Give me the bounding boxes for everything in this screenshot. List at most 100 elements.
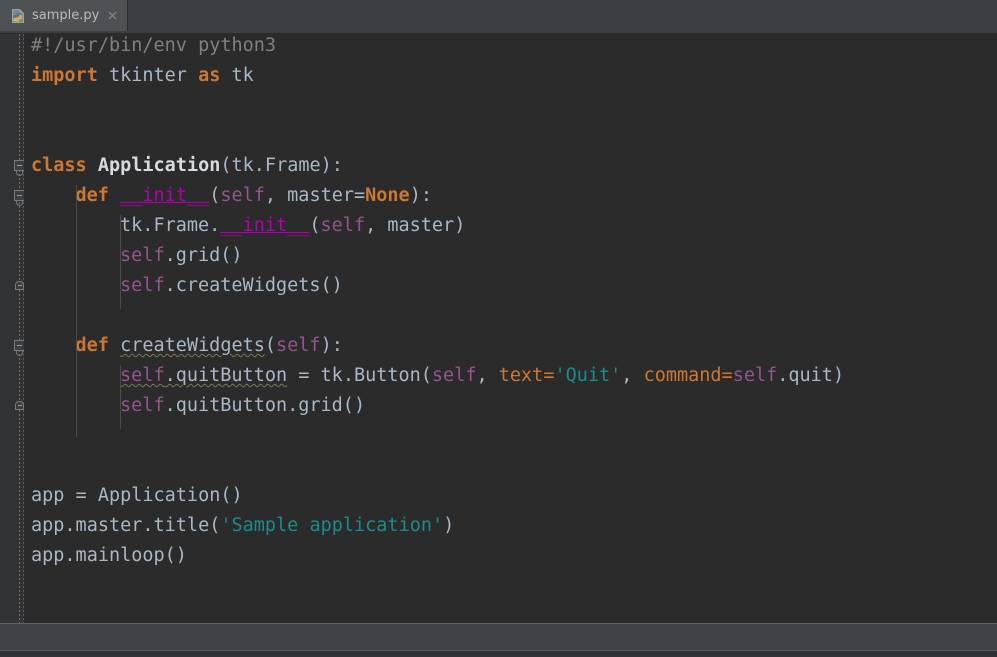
code-token: self xyxy=(220,185,265,206)
code-line-content: import tkinter as tk xyxy=(24,65,254,86)
code-token: def xyxy=(75,335,109,356)
code-line-content: self.createWidgets() xyxy=(24,275,343,296)
code-line-content xyxy=(24,455,42,476)
code-token: app = Application() xyxy=(31,485,243,506)
code-line-content: tk.Frame.__init__(self, master) xyxy=(24,215,465,236)
code-token: self xyxy=(732,365,778,386)
editor-tab-label: sample.py xyxy=(32,7,100,23)
code-line-content xyxy=(24,125,42,146)
code-token: ( xyxy=(209,185,221,206)
code-token: self xyxy=(120,245,165,266)
code-token: (tk.Frame): xyxy=(220,155,343,176)
code-token: self xyxy=(120,275,165,296)
code-token: self xyxy=(120,395,165,416)
bottom-tool-panel[interactable] xyxy=(0,624,997,650)
code-token: ( xyxy=(264,335,277,356)
code-token: ) xyxy=(443,515,455,536)
code-line: self.quitButton = tk.Button(self, text='… xyxy=(24,361,844,391)
code-line: def createWidgets(self): xyxy=(24,331,343,361)
code-line-content: class Application(tk.Frame): xyxy=(24,155,343,176)
code-folding-column[interactable] xyxy=(0,34,25,623)
code-line xyxy=(24,91,42,121)
code-token: ): xyxy=(409,185,432,206)
code-token: tk.Frame. xyxy=(120,215,221,236)
fold-region-tip xyxy=(16,351,23,356)
code-token: .grid() xyxy=(164,245,243,266)
code-token: = tk.Button( xyxy=(287,365,432,386)
code-token: .createWidgets() xyxy=(164,275,343,296)
code-token: self xyxy=(320,215,366,236)
bottom-status-strip[interactable] xyxy=(0,650,997,657)
code-token: #!/usr/bin/env python3 xyxy=(31,35,277,56)
code-token: self xyxy=(276,335,321,356)
code-token: , master) xyxy=(365,215,466,236)
code-line: app.master.title('Sample application') xyxy=(24,511,454,541)
code-line-content: #!/usr/bin/env python3 xyxy=(24,35,276,56)
code-line: self.grid() xyxy=(24,241,243,271)
code-line-content: self.quitButton = tk.Button(self, text='… xyxy=(24,365,844,386)
code-token: tkinter xyxy=(97,65,199,86)
fold-connector-line xyxy=(19,286,20,346)
indent-guide xyxy=(75,185,77,437)
indent-guide xyxy=(120,215,122,309)
code-line: class Application(tk.Frame): xyxy=(24,151,343,181)
code-line: def __init__(self, master=None): xyxy=(24,181,432,211)
code-token: , master= xyxy=(264,185,366,206)
fold-connector-line xyxy=(19,406,20,623)
code-line-content: def createWidgets(self): xyxy=(24,335,343,356)
code-token: command= xyxy=(643,365,733,386)
code-token: 'Sample application' xyxy=(220,515,444,536)
code-token: 'Quit' xyxy=(554,365,622,386)
close-icon[interactable] xyxy=(107,10,118,21)
fold-region-end-icon[interactable] xyxy=(15,401,24,410)
editor-window: sample.py #!/usr/bin/env python3 import t… xyxy=(0,0,997,657)
code-editor[interactable]: #!/usr/bin/env python3 import tkinter as … xyxy=(0,34,997,623)
code-text-area[interactable]: #!/usr/bin/env python3 import tkinter as … xyxy=(24,34,997,623)
indent-guide xyxy=(120,365,122,429)
code-line-content: def __init__(self, master=None): xyxy=(24,185,432,206)
code-line-content xyxy=(24,425,42,446)
editor-tab-bar: sample.py xyxy=(0,0,997,31)
code-token: .quit) xyxy=(777,365,845,386)
code-token: None xyxy=(365,185,410,206)
code-token: .quitButton xyxy=(164,365,288,386)
code-token: __init__ xyxy=(120,185,210,206)
code-token: , xyxy=(621,365,644,386)
fold-region-tip xyxy=(16,201,23,206)
code-line xyxy=(24,451,42,481)
fold-region-end-icon[interactable] xyxy=(15,281,24,290)
code-line-content xyxy=(24,305,42,326)
code-token: as xyxy=(198,65,221,86)
fold-region-tip xyxy=(16,171,23,176)
code-token: self xyxy=(120,365,165,386)
code-token: class xyxy=(31,155,87,176)
code-line: tk.Frame.__init__(self, master) xyxy=(24,211,465,241)
code-token: tk xyxy=(220,65,254,86)
code-line-content: app.mainloop() xyxy=(24,545,187,566)
code-token: import xyxy=(31,65,98,86)
code-line: self.createWidgets() xyxy=(24,271,343,301)
editor-tab-sample-py[interactable]: sample.py xyxy=(0,0,128,31)
code-token: Application xyxy=(97,155,221,176)
code-line: #!/usr/bin/env python3 xyxy=(24,34,276,61)
fold-connector-line xyxy=(19,34,20,166)
python-file-icon xyxy=(12,8,24,23)
code-token: def xyxy=(75,185,109,206)
code-line-content xyxy=(24,95,42,116)
code-line-content: app = Application() xyxy=(24,485,243,506)
code-token: ( xyxy=(309,215,321,236)
code-line xyxy=(24,421,42,451)
code-line-content: app.master.title('Sample application') xyxy=(24,515,454,536)
code-token: .quitButton.grid() xyxy=(164,395,366,416)
code-line xyxy=(24,121,42,151)
code-token: text= xyxy=(498,365,555,386)
code-line-content: self.grid() xyxy=(24,245,243,266)
code-token: createWidgets xyxy=(120,335,265,356)
code-line: app = Application() xyxy=(24,481,243,511)
fold-connector-line xyxy=(19,166,20,286)
code-token: ): xyxy=(320,335,343,356)
code-line: import tkinter as tk xyxy=(24,61,254,91)
